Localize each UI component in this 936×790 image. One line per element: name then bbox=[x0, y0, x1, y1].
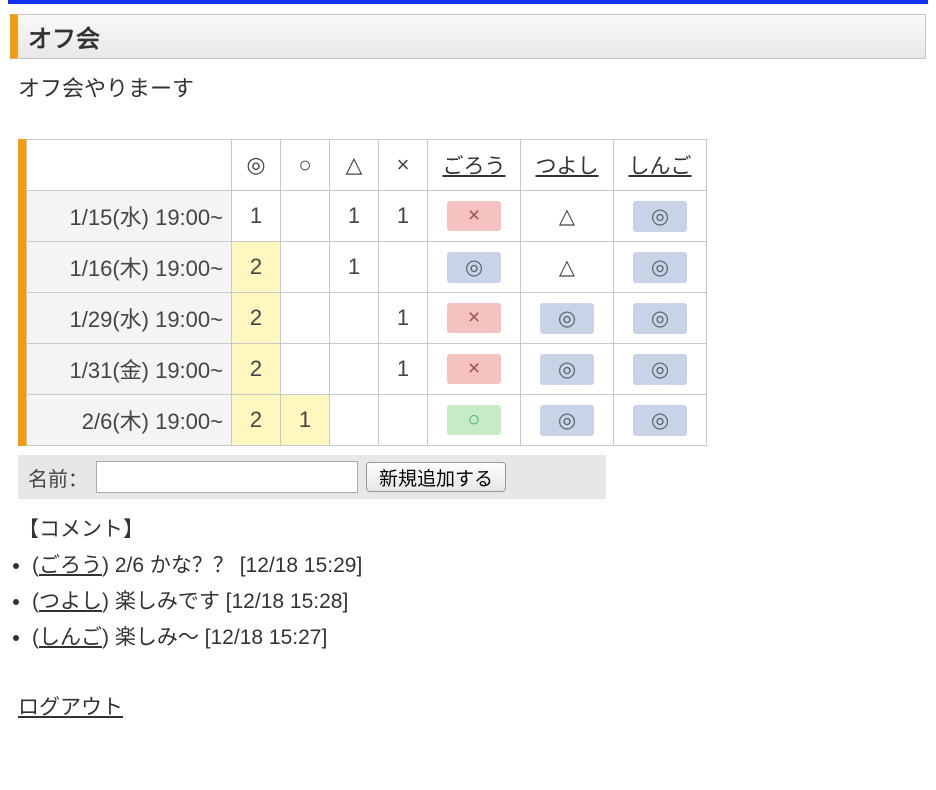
vote-cell[interactable]: ◎ bbox=[614, 344, 707, 395]
comment-timestamp: 12/18 15:29 bbox=[246, 554, 357, 577]
header-double-icon: ◎ bbox=[232, 140, 281, 191]
comments-list: (ごろう) 2/6 かな？？ [12/18 15:29] (つよし) 楽しみです … bbox=[32, 549, 936, 651]
count-cell-tri bbox=[330, 344, 379, 395]
user-link[interactable]: つよし bbox=[536, 155, 599, 178]
count-cell-x: 1 bbox=[379, 191, 428, 242]
count-cell-tri bbox=[330, 395, 379, 446]
schedule-date-cell: 1/29(水) 19:00~ bbox=[27, 293, 232, 344]
vote-chip: ◎ bbox=[633, 405, 687, 436]
vote-chip: × bbox=[447, 354, 501, 384]
schedule-date-cell: 1/16(木) 19:00~ bbox=[27, 242, 232, 293]
comment-timestamp: 12/18 15:28 bbox=[232, 590, 343, 613]
comment-item: (つよし) 楽しみです [12/18 15:28] bbox=[32, 585, 936, 615]
user-link[interactable]: ごろう bbox=[443, 155, 506, 178]
vote-chip: ◎ bbox=[633, 201, 687, 232]
count-cell-x: 1 bbox=[379, 293, 428, 344]
count-cell-double: 1 bbox=[232, 191, 281, 242]
logout-link[interactable]: ログアウト bbox=[18, 691, 123, 721]
vote-cell[interactable]: ◎ bbox=[614, 191, 707, 242]
header-triangle-icon: △ bbox=[330, 140, 379, 191]
schedule-header-row: ◎ ○ △ × ごろう つよし しんご bbox=[27, 140, 707, 191]
vote-chip: ◎ bbox=[540, 405, 594, 436]
vote-chip: △ bbox=[540, 252, 594, 283]
schedule-table: ◎ ○ △ × ごろう つよし しんご 1/15(水) 19:00~111×△◎… bbox=[26, 139, 707, 446]
count-cell-x bbox=[379, 395, 428, 446]
page-subtitle: オフ会やりまーす bbox=[18, 71, 936, 103]
comment-user-link[interactable]: つよし bbox=[39, 590, 102, 613]
count-cell-double: 2 bbox=[232, 344, 281, 395]
vote-cell[interactable]: × bbox=[428, 344, 521, 395]
add-name-row: 名前： 新規追加する bbox=[18, 455, 606, 499]
header-ok-icon: ○ bbox=[281, 140, 330, 191]
comment-text: 2/6 かな？？ bbox=[115, 554, 234, 577]
comment-user-link[interactable]: しんご bbox=[39, 626, 102, 649]
vote-chip: ◎ bbox=[540, 303, 594, 334]
vote-chip: ◎ bbox=[633, 252, 687, 283]
count-cell-tri: 1 bbox=[330, 242, 379, 293]
count-cell-ok bbox=[281, 242, 330, 293]
page-title: オフ会 bbox=[10, 14, 926, 59]
vote-cell[interactable]: ○ bbox=[428, 395, 521, 446]
count-cell-tri: 1 bbox=[330, 191, 379, 242]
vote-cell[interactable]: × bbox=[428, 191, 521, 242]
count-cell-tri bbox=[330, 293, 379, 344]
count-cell-ok bbox=[281, 344, 330, 395]
vote-chip: ◎ bbox=[633, 354, 687, 385]
vote-chip: ○ bbox=[447, 405, 501, 435]
vote-chip: × bbox=[447, 201, 501, 231]
count-cell-ok bbox=[281, 191, 330, 242]
vote-cell[interactable]: ◎ bbox=[521, 293, 614, 344]
vote-cell[interactable]: ◎ bbox=[521, 395, 614, 446]
vote-chip: × bbox=[447, 303, 501, 333]
comment-text: 楽しみ〜 bbox=[115, 626, 199, 649]
count-cell-ok: 1 bbox=[281, 395, 330, 446]
schedule-date-cell: 2/6(木) 19:00~ bbox=[27, 395, 232, 446]
user-link[interactable]: しんご bbox=[629, 155, 692, 178]
comments-heading: 【コメント】 bbox=[18, 513, 936, 543]
vote-cell[interactable]: ◎ bbox=[428, 242, 521, 293]
vote-chip: ◎ bbox=[540, 354, 594, 385]
schedule-row: 1/31(金) 19:00~2 1 × ◎ ◎ bbox=[27, 344, 707, 395]
count-cell-x bbox=[379, 242, 428, 293]
comment-user-link[interactable]: ごろう bbox=[39, 554, 102, 577]
schedule-table-wrap: ◎ ○ △ × ごろう つよし しんご 1/15(水) 19:00~111×△◎… bbox=[18, 139, 707, 446]
schedule-header-user[interactable]: つよし bbox=[521, 140, 614, 191]
schedule-header-user[interactable]: しんご bbox=[614, 140, 707, 191]
schedule-header-blank bbox=[27, 140, 232, 191]
add-button[interactable]: 新規追加する bbox=[366, 462, 506, 492]
top-accent-bar bbox=[8, 0, 928, 4]
vote-cell[interactable]: △ bbox=[521, 242, 614, 293]
schedule-row: 1/16(木) 19:00~21 ◎ △ ◎ bbox=[27, 242, 707, 293]
name-input[interactable] bbox=[96, 461, 358, 493]
comment-item: (しんご) 楽しみ〜 [12/18 15:27] bbox=[32, 621, 936, 651]
schedule-row: 2/6(木) 19:00~21 ○ ◎ ◎ bbox=[27, 395, 707, 446]
vote-chip: ◎ bbox=[447, 252, 501, 283]
comment-item: (ごろう) 2/6 かな？？ [12/18 15:29] bbox=[32, 549, 936, 579]
vote-chip: △ bbox=[540, 201, 594, 232]
vote-cell[interactable]: × bbox=[428, 293, 521, 344]
schedule-date-cell: 1/15(水) 19:00~ bbox=[27, 191, 232, 242]
name-label: 名前： bbox=[28, 463, 88, 492]
count-cell-ok bbox=[281, 293, 330, 344]
schedule-row: 1/29(水) 19:00~2 1 × ◎ ◎ bbox=[27, 293, 707, 344]
count-cell-double: 2 bbox=[232, 242, 281, 293]
vote-cell[interactable]: ◎ bbox=[521, 344, 614, 395]
comment-timestamp: 12/18 15:27 bbox=[211, 626, 322, 649]
header-x-icon: × bbox=[379, 140, 428, 191]
count-cell-double: 2 bbox=[232, 293, 281, 344]
vote-cell[interactable]: △ bbox=[521, 191, 614, 242]
schedule-header-user[interactable]: ごろう bbox=[428, 140, 521, 191]
schedule-date-cell: 1/31(金) 19:00~ bbox=[27, 344, 232, 395]
vote-chip: ◎ bbox=[633, 303, 687, 334]
vote-cell[interactable]: ◎ bbox=[614, 395, 707, 446]
comment-text: 楽しみです bbox=[115, 590, 220, 613]
count-cell-x: 1 bbox=[379, 344, 428, 395]
count-cell-double: 2 bbox=[232, 395, 281, 446]
vote-cell[interactable]: ◎ bbox=[614, 242, 707, 293]
schedule-row: 1/15(水) 19:00~111×△◎ bbox=[27, 191, 707, 242]
vote-cell[interactable]: ◎ bbox=[614, 293, 707, 344]
